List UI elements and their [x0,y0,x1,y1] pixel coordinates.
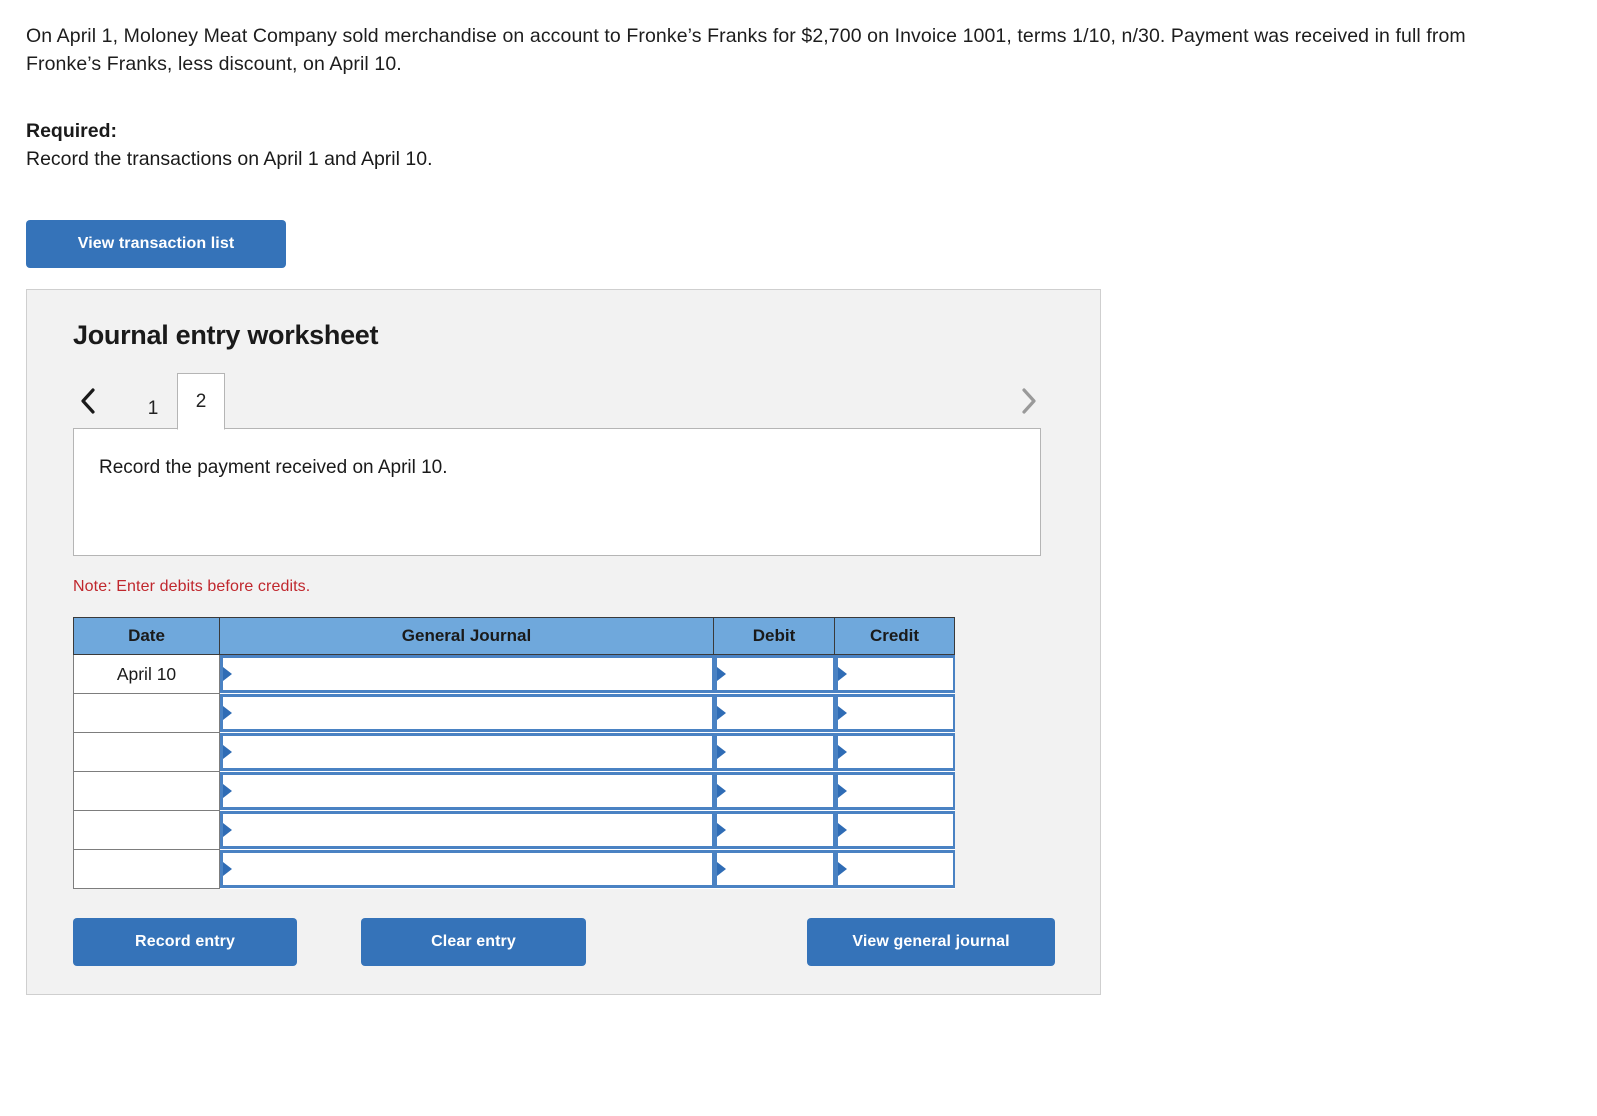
tab-1-label: 1 [147,397,159,419]
dropdown-arrow-icon [716,745,726,759]
credit-input[interactable] [834,655,955,694]
page-root: On April 1, Moloney Meat Company sold me… [0,0,1597,1116]
problem-statement-text: On April 1, Moloney Meat Company sold me… [26,25,1466,75]
dropdown-arrow-icon [223,667,232,682]
worksheet-title: Journal entry worksheet [73,320,379,350]
account-dropdown[interactable] [220,772,714,810]
account-dropdown[interactable] [220,850,714,888]
transaction-prompt-text: Record the payment received on April 10. [99,457,448,478]
view-general-journal-button[interactable]: View general journal [807,918,1055,966]
dropdown-arrow-icon [837,706,847,720]
column-header-debit: Debit [713,617,835,655]
tab-2-label: 2 [195,390,207,412]
column-header-general-journal: General Journal [219,617,714,655]
column-header-credit: Credit [834,617,955,655]
date-cell[interactable] [73,849,220,889]
table-row: April 10 [73,654,955,694]
dropdown-arrow-icon [837,667,847,682]
general-journal-cell[interactable] [220,811,714,850]
column-header-date: Date [73,617,220,655]
dropdown-arrow-icon [837,745,847,759]
dropdown-arrow-icon [837,784,847,798]
dropdown-arrow-icon [837,862,847,876]
required-text: Record the transactions on April 1 and A… [26,148,433,170]
dropdown-arrow-icon [716,823,726,837]
tab-1[interactable]: 1 [129,387,177,429]
debit-input[interactable] [713,655,835,694]
debit-cell[interactable] [713,772,835,811]
dropdown-arrow-icon [716,706,726,720]
worksheet-actions: Record entry Clear entry View general jo… [73,918,1055,966]
view-transaction-list-wrap: View transaction list [26,220,1597,268]
credit-input[interactable] [834,772,955,810]
account-dropdown[interactable] [220,811,714,849]
dropdown-arrow-icon [716,784,726,798]
general-journal-cell[interactable] [220,850,714,889]
table-row [73,810,955,850]
table-row [73,849,955,889]
account-dropdown[interactable] [220,655,714,694]
general-journal-cell[interactable] [220,655,714,694]
transaction-prompt-box: Record the payment received on April 10. [73,428,1041,556]
debit-input[interactable] [713,850,835,888]
debit-cell[interactable] [713,811,835,850]
chevron-left-icon[interactable] [73,373,103,429]
chevron-right-icon[interactable] [1013,373,1043,429]
credit-cell[interactable] [834,733,955,772]
credit-input[interactable] [834,694,955,732]
dropdown-arrow-icon [223,745,232,759]
problem-statement: On April 1, Moloney Meat Company sold me… [26,22,1506,78]
general-journal-cell[interactable] [220,694,714,733]
debit-cell[interactable] [713,850,835,889]
general-journal-cell[interactable] [220,733,714,772]
dropdown-arrow-icon [223,706,232,720]
credit-input[interactable] [834,850,955,888]
dropdown-arrow-icon [837,823,847,837]
dropdown-arrow-icon [716,862,726,876]
view-transaction-list-button[interactable]: View transaction list [26,220,286,268]
credit-input[interactable] [834,811,955,849]
worksheet-tabs: 1 2 [73,373,1043,430]
journal-entry-worksheet-panel: Journal entry worksheet 1 2 Record the p… [26,289,1101,995]
dropdown-arrow-icon [223,862,232,876]
general-journal-cell[interactable] [220,772,714,811]
record-entry-button[interactable]: Record entry [73,918,297,966]
table-row [73,771,955,811]
debits-before-credits-note: Note: Enter debits before credits. [73,578,311,595]
required-block: Required: Record the transactions on Apr… [26,117,1597,173]
account-dropdown[interactable] [220,733,714,771]
dropdown-arrow-icon [716,667,726,682]
table-row [73,693,955,733]
date-cell[interactable] [73,732,220,772]
date-cell[interactable] [73,810,220,850]
credit-input[interactable] [834,733,955,771]
required-label: Required: [26,120,118,142]
credit-cell[interactable] [834,694,955,733]
credit-cell[interactable] [834,655,955,694]
debit-cell[interactable] [713,733,835,772]
credit-cell[interactable] [834,772,955,811]
date-cell[interactable] [73,693,220,733]
general-journal-table: Date General Journal Debit Credit April … [73,617,955,889]
date-cell[interactable]: April 10 [73,654,220,694]
debit-input[interactable] [713,772,835,810]
tab-2[interactable]: 2 [177,373,225,430]
debit-cell[interactable] [713,655,835,694]
credit-cell[interactable] [834,811,955,850]
table-row [73,732,955,772]
date-cell[interactable] [73,771,220,811]
debit-input[interactable] [713,733,835,771]
dropdown-arrow-icon [223,823,232,837]
debit-cell[interactable] [713,694,835,733]
credit-cell[interactable] [834,850,955,889]
table-header-row: Date General Journal Debit Credit [73,617,955,655]
debit-input[interactable] [713,811,835,849]
account-dropdown[interactable] [220,694,714,732]
dropdown-arrow-icon [223,784,232,798]
debit-input[interactable] [713,694,835,732]
clear-entry-button[interactable]: Clear entry [361,918,586,966]
